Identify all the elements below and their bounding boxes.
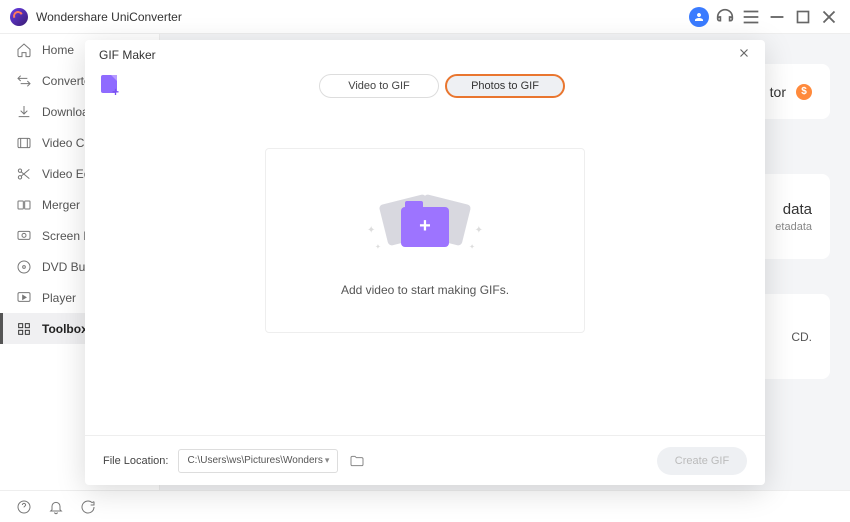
download-icon: [16, 104, 32, 120]
tab-photos-to-gif[interactable]: Photos to GIF: [445, 74, 565, 98]
drop-illustration: + ✦ ✦ ✦ ✦: [365, 185, 485, 265]
close-button[interactable]: [818, 6, 840, 28]
close-icon: [737, 46, 751, 60]
modal-header: GIF Maker: [85, 40, 765, 70]
tab-video-to-gif[interactable]: Video to GIF: [319, 74, 439, 98]
user-account-button[interactable]: [688, 6, 710, 28]
sidebar-item-label: Toolbox: [42, 322, 88, 336]
help-icon[interactable]: [16, 499, 32, 515]
tabset: Video to GIF Photos to GIF: [319, 74, 565, 98]
modal-close-button[interactable]: [737, 46, 751, 65]
sidebar-item-label: Home: [42, 43, 74, 57]
folder-icon: [349, 453, 365, 469]
modal-title: GIF Maker: [99, 48, 156, 62]
feedback-icon[interactable]: [80, 499, 96, 515]
titlebar: Wondershare UniConverter: [0, 0, 850, 34]
modal-footer: File Location: C:\Users\ws\Pictures\Wond…: [85, 435, 765, 485]
modal-body: + ✦ ✦ ✦ ✦ Add video to start making GIFs…: [85, 108, 765, 435]
headphones-button[interactable]: [714, 6, 736, 28]
converter-icon: [16, 73, 32, 89]
app-logo-icon: [10, 8, 28, 26]
create-gif-button[interactable]: Create GIF: [657, 447, 747, 475]
minimize-button[interactable]: [766, 6, 788, 28]
drop-zone[interactable]: + ✦ ✦ ✦ ✦ Add video to start making GIFs…: [265, 148, 585, 333]
recorder-icon: [16, 228, 32, 244]
compressor-icon: [16, 135, 32, 151]
open-folder-button[interactable]: [348, 452, 366, 470]
maximize-button[interactable]: [792, 6, 814, 28]
scissors-icon: [16, 166, 32, 182]
file-location-dropdown[interactable]: C:\Users\ws\Pictures\Wonders ▾: [178, 449, 338, 473]
menu-button[interactable]: [740, 6, 762, 28]
app-title: Wondershare UniConverter: [36, 10, 182, 24]
user-icon: [689, 7, 709, 27]
file-location-path: C:\Users\ws\Pictures\Wonders: [187, 455, 322, 466]
drop-text: Add video to start making GIFs.: [341, 283, 509, 297]
disc-icon: [16, 259, 32, 275]
merger-icon: [16, 197, 32, 213]
toolbox-icon: [16, 321, 32, 337]
folder-plus-icon: +: [401, 207, 449, 247]
home-icon: [16, 42, 32, 58]
dollar-badge-icon: $: [796, 84, 812, 100]
plus-icon: +: [112, 88, 122, 98]
file-location-label: File Location:: [103, 455, 168, 467]
chevron-down-icon: ▾: [325, 455, 330, 466]
modal-toolbar: + Video to GIF Photos to GIF: [85, 70, 765, 108]
gif-maker-modal: GIF Maker + Video to GIF Photos to GIF +…: [85, 40, 765, 485]
add-file-button[interactable]: +: [99, 75, 121, 97]
player-icon: [16, 290, 32, 306]
bell-icon[interactable]: [48, 499, 64, 515]
sidebar-item-label: Player: [42, 291, 76, 305]
bottombar: [0, 490, 850, 522]
sidebar-item-label: Merger: [42, 198, 80, 212]
